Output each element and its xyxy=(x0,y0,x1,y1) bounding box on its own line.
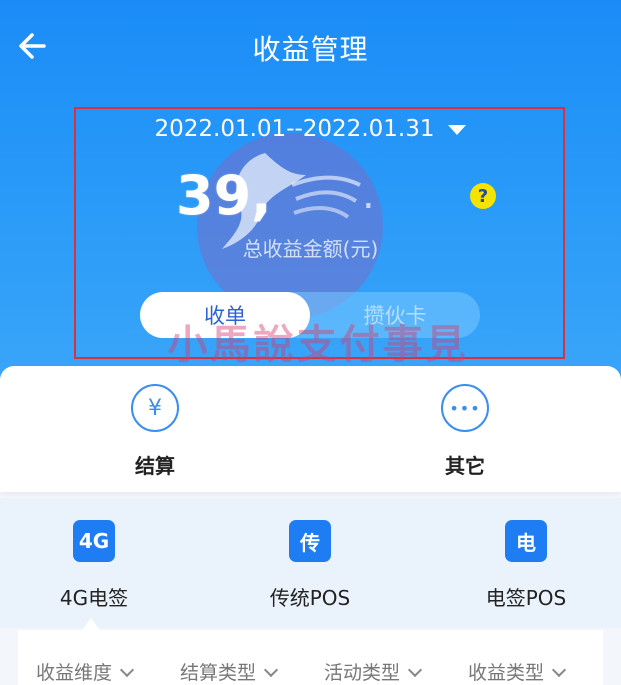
type-traditional-pos[interactable]: 传 传统POS xyxy=(230,520,390,611)
selected-indicator xyxy=(82,618,100,630)
filter-revenue-type[interactable]: 收益类型 xyxy=(468,658,567,685)
traditional-icon: 传 xyxy=(289,520,331,562)
help-icon[interactable]: ? xyxy=(470,183,496,209)
dropdown-caret-icon xyxy=(448,124,467,135)
actions-card: ¥ 结算 ••• 其它 xyxy=(0,366,621,492)
settlement-label: 结算 xyxy=(135,454,175,478)
type-traditional-pos-label: 传统POS xyxy=(269,586,351,610)
watermark-text: 小馬說支付事見 xyxy=(167,322,469,368)
filter-label: 活动类型 xyxy=(324,662,401,684)
terminal-type-section: 4G 4G电签 传 传统POS 电 电签POS xyxy=(0,498,621,628)
filter-bar: 收益维度 结算类型 活动类型 收益类型 xyxy=(18,630,603,685)
date-range-selector[interactable]: 2022.01.01--2022.01.31 xyxy=(0,116,621,142)
total-amount-label: 总收益金额(元) xyxy=(242,237,379,261)
type-4g-sign-label: 4G电签 xyxy=(59,586,129,610)
chevron-down-icon xyxy=(407,662,423,678)
page-title: 收益管理 xyxy=(252,33,369,66)
chevron-down-icon xyxy=(551,662,567,678)
amount-tail: . xyxy=(362,172,375,218)
chevron-down-icon xyxy=(119,662,135,678)
chevron-down-icon xyxy=(263,662,279,678)
type-e-sign-pos[interactable]: 电 电签POS xyxy=(446,520,606,611)
other-label: 其它 xyxy=(445,454,485,478)
yen-icon: ¥ xyxy=(131,384,179,432)
other-button[interactable]: ••• 其它 xyxy=(405,384,525,479)
date-range-text: 2022.01.01--2022.01.31 xyxy=(154,116,435,142)
filter-settlement-type[interactable]: 结算类型 xyxy=(180,658,279,685)
filter-label: 收益维度 xyxy=(36,662,113,684)
4g-icon: 4G xyxy=(73,520,115,562)
more-icon: ••• xyxy=(441,384,489,432)
total-amount: 39, xyxy=(176,164,272,227)
filter-activity-type[interactable]: 活动类型 xyxy=(324,658,423,685)
filter-revenue-dimension[interactable]: 收益维度 xyxy=(36,658,135,685)
type-4g-sign[interactable]: 4G 4G电签 xyxy=(14,520,174,611)
e-sign-icon: 电 xyxy=(505,520,547,562)
filter-label: 结算类型 xyxy=(180,662,257,684)
settlement-button[interactable]: ¥ 结算 xyxy=(95,384,215,479)
filter-label: 收益类型 xyxy=(468,662,545,684)
type-e-sign-pos-label: 电签POS xyxy=(485,586,567,610)
